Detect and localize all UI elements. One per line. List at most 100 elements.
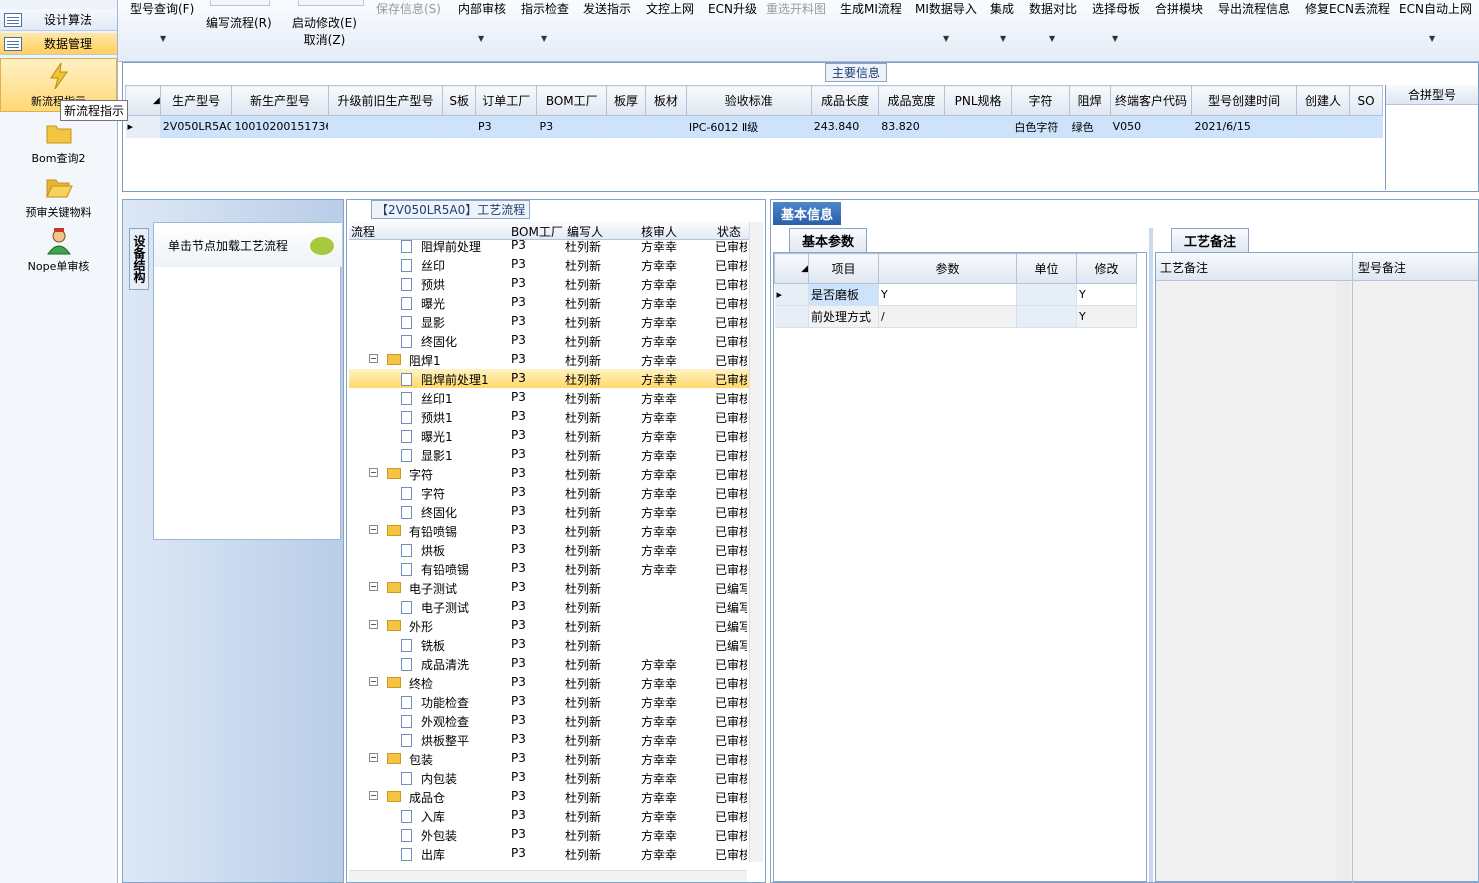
column-header[interactable]: 成品宽度 xyxy=(878,85,945,116)
tree-folder-row[interactable]: − 成品仓 P3 杜列新 方幸幸 已审核 xyxy=(349,787,749,806)
column-header[interactable]: 单位 xyxy=(1016,253,1077,284)
tree-item-row[interactable]: 铣板 P3 杜列新 已编写 xyxy=(349,635,749,654)
column-header[interactable]: 字符 xyxy=(1011,85,1070,116)
column-header[interactable]: BOM工厂 xyxy=(511,223,563,240)
tree-folder-row[interactable]: − 电子测试 P3 杜列新 已编写 xyxy=(349,578,749,597)
nav-item-bom-query[interactable]: Bom查询2 xyxy=(0,118,117,166)
start-modify-button[interactable]: 启动修改(E) 取消(Z) xyxy=(292,14,357,48)
integration-button[interactable]: 集成 ▼ xyxy=(990,0,1014,43)
tree-item-row[interactable]: 阻焊前处理 P3 杜列新 方幸幸 已审核 xyxy=(349,240,749,255)
table-row[interactable]: 前处理方式 / Y xyxy=(774,305,1137,328)
load-flow-button[interactable]: 单击节点加载工艺流程 xyxy=(154,223,342,267)
table-cell[interactable] xyxy=(645,115,687,138)
table-cell[interactable]: P3 xyxy=(475,115,538,138)
tree-item-row[interactable]: 有铅喷锡 P3 杜列新 方幸幸 已审核 xyxy=(349,559,749,578)
table-cell[interactable]: IPC-6012 Ⅱ级 xyxy=(686,115,812,138)
tab-equipment-structure[interactable]: 设备结构 xyxy=(129,228,149,290)
instruction-check-button[interactable]: 指示检查 ▼ xyxy=(521,0,569,43)
tree-folder-row[interactable]: − 阻焊1 P3 杜列新 方幸幸 已审核 xyxy=(349,350,749,369)
table-row[interactable]: ▸ 2V050LR5A0 10010200151736 P3 P3 IPC-60… xyxy=(125,115,1383,138)
save-info-button[interactable]: 保存信息(S) xyxy=(376,0,441,17)
column-header[interactable]: 阻焊 xyxy=(1068,85,1111,116)
table-cell[interactable]: 10010200151736 xyxy=(231,115,329,138)
table-cell[interactable] xyxy=(1016,305,1077,328)
table-cell[interactable] xyxy=(328,115,444,138)
column-header[interactable]: 验收标准 xyxy=(685,85,812,116)
table-cell[interactable]: 前处理方式 xyxy=(808,305,879,328)
column-header[interactable]: 板厚 xyxy=(606,85,646,116)
table-cell[interactable]: / xyxy=(878,305,1017,328)
column-header[interactable]: 项目 xyxy=(808,253,879,284)
tree-item-row[interactable]: 终固化 P3 杜列新 方幸幸 已审核 xyxy=(349,331,749,350)
column-header[interactable]: 修改 xyxy=(1076,253,1137,284)
tree-folder-row[interactable]: − 终检 P3 杜列新 方幸幸 已审核 xyxy=(349,673,749,692)
table-cell[interactable]: 是否磨板 xyxy=(808,283,879,306)
column-header[interactable]: 生产型号 xyxy=(159,85,233,116)
doc-control-online-button[interactable]: 文控上网 xyxy=(646,0,694,17)
tree-item-row[interactable]: 外观检查 P3 杜列新 方幸幸 已审核 xyxy=(349,711,749,730)
tree-item-row[interactable]: 成品清洗 P3 杜列新 方幸幸 已审核 xyxy=(349,654,749,673)
tree-folder-row[interactable]: − 包装 P3 杜列新 方幸幸 已审核 xyxy=(349,749,749,768)
nav-row-design-algorithm[interactable]: 设计算法 xyxy=(0,9,117,31)
tree-item-row[interactable]: 显影 P3 杜列新 方幸幸 已审核 xyxy=(349,312,749,331)
table-row[interactable]: ▸ 是否磨板 Y Y xyxy=(774,283,1137,306)
tree-item-row[interactable]: 外包装 P3 杜列新 方幸幸 已审核 xyxy=(349,825,749,844)
vertical-scrollbar[interactable] xyxy=(749,222,763,862)
tree-item-row[interactable]: 终固化 P3 杜列新 方幸幸 已审核 xyxy=(349,502,749,521)
column-header[interactable]: 状态 xyxy=(717,223,741,240)
column-header[interactable]: 型号创建时间 xyxy=(1191,85,1297,116)
tree-item-row[interactable]: 阻焊前处理1 P3 杜列新 方幸幸 已审核 xyxy=(349,369,749,388)
column-header[interactable]: 新生产型号 xyxy=(231,85,329,116)
tree-item-row[interactable]: 显影1 P3 杜列新 方幸幸 已审核 xyxy=(349,445,749,464)
table-cell[interactable] xyxy=(1296,115,1351,138)
select-mother-board-button[interactable]: 选择母板 ▼ xyxy=(1092,0,1140,43)
column-header[interactable]: 订单工厂 xyxy=(475,85,538,116)
nav-item-precheck-materials[interactable]: 预审关键物料 xyxy=(0,172,117,220)
write-flow-button[interactable]: 编写流程(R) xyxy=(206,14,272,31)
tab-process-notes[interactable]: 工艺备注 xyxy=(1171,228,1250,253)
column-header[interactable]: 板材 xyxy=(644,85,687,116)
tree-item-row[interactable]: 入库 P3 杜列新 方幸幸 已审核 xyxy=(349,806,749,825)
tree-item-row[interactable]: 曝光 P3 杜列新 方幸幸 已审核 xyxy=(349,293,749,312)
table-cell[interactable]: 白色字符 xyxy=(1011,115,1070,138)
table-cell[interactable] xyxy=(1349,115,1383,138)
nav-row-data-management[interactable]: 数据管理 xyxy=(0,33,117,55)
nav-item-nope-review[interactable]: Nope单审核 xyxy=(0,226,117,274)
column-header[interactable]: 终端客户代码 xyxy=(1109,85,1193,116)
column-header[interactable]: 编写人 xyxy=(567,223,603,240)
horizontal-scrollbar[interactable] xyxy=(349,870,747,882)
column-header[interactable]: PNL规格 xyxy=(943,85,1013,116)
tree-item-row[interactable]: 内包装 P3 杜列新 方幸幸 已审核 xyxy=(349,768,749,787)
tab-basic-info[interactable]: 基本信息 xyxy=(773,202,842,225)
send-instruction-button[interactable]: 发送指示 xyxy=(583,0,631,17)
column-header[interactable]: 流程 xyxy=(351,223,375,240)
table-cell[interactable] xyxy=(606,115,646,138)
ecn-auto-online-button[interactable]: ECN自动上网 ▼ xyxy=(1399,0,1472,43)
tree-item-row[interactable]: 烘板 P3 杜列新 方幸幸 已审核 xyxy=(349,540,749,559)
column-header[interactable]: SO xyxy=(1349,85,1383,116)
tree-folder-row[interactable]: − 有铅喷锡 P3 杜列新 方幸幸 已审核 xyxy=(349,521,749,540)
mi-data-import-button[interactable]: MI数据导入 ▼ xyxy=(915,0,977,43)
table-cell[interactable] xyxy=(442,115,477,138)
tree-item-row[interactable]: 丝印1 P3 杜列新 方幸幸 已审核 xyxy=(349,388,749,407)
ecn-upgrade-button[interactable]: ECN升级 xyxy=(708,0,757,17)
tree-item-row[interactable]: 预烘 P3 杜列新 方幸幸 已审核 xyxy=(349,274,749,293)
table-cell[interactable]: 绿色 xyxy=(1069,115,1111,138)
merge-module-button[interactable]: 合拼模块 xyxy=(1155,0,1203,17)
table-cell[interactable]: 2021/6/15 xyxy=(1191,115,1297,138)
table-cell[interactable]: Y xyxy=(878,283,1017,306)
table-cell[interactable] xyxy=(944,115,1013,138)
column-header[interactable]: 参数 xyxy=(878,253,1017,284)
internal-review-button[interactable]: 内部审核 ▼ xyxy=(458,0,506,43)
column-header[interactable]: S板 xyxy=(442,85,477,116)
column-header[interactable]: 升级前旧生产型号 xyxy=(327,85,444,116)
splitter[interactable] xyxy=(1149,228,1153,882)
generate-mi-flow-button[interactable]: 生成MI流程 xyxy=(840,0,902,17)
column-header[interactable]: 成品长度 xyxy=(810,85,880,116)
table-cell[interactable]: Y xyxy=(1076,283,1137,306)
tree-item-row[interactable]: 曝光1 P3 杜列新 方幸幸 已审核 xyxy=(349,426,749,445)
tab-basic-params[interactable]: 基本参数 xyxy=(789,228,868,253)
column-header[interactable]: BOM工厂 xyxy=(536,85,608,116)
repair-ecn-flow-button[interactable]: 修复ECN丢流程 xyxy=(1305,0,1390,17)
tree-item-row[interactable]: 烘板整平 P3 杜列新 方幸幸 已审核 xyxy=(349,730,749,749)
